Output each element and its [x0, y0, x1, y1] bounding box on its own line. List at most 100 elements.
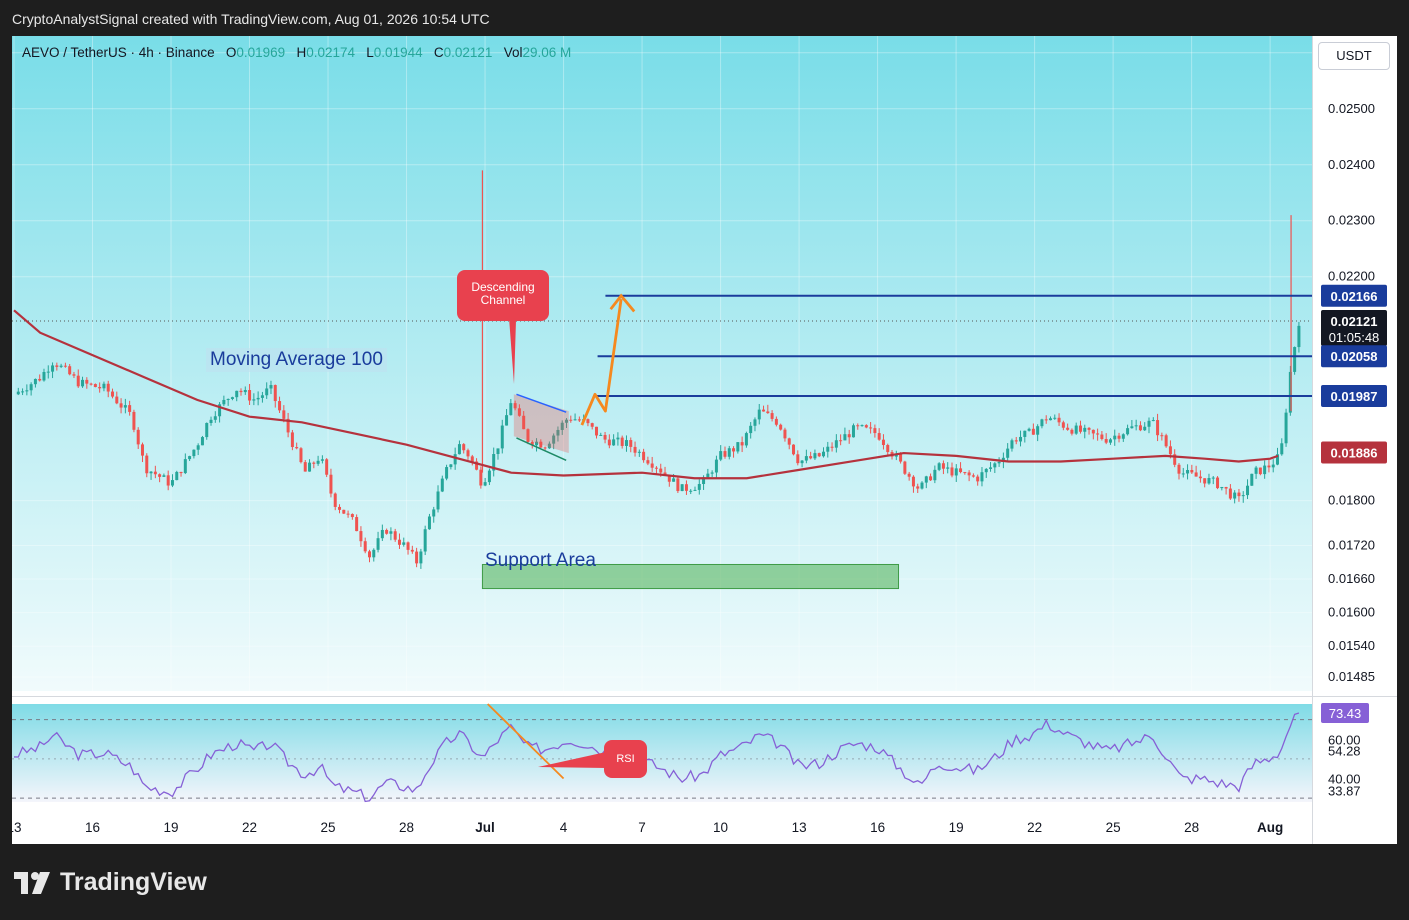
chart-frame[interactable]: 0.026000.025000.024000.023000.022000.018…	[12, 36, 1397, 844]
candle-body	[732, 448, 736, 452]
candle-body	[821, 451, 825, 457]
rsi-tick-label: 54.28	[1328, 743, 1361, 758]
candle-body	[1117, 435, 1121, 439]
candle-body	[338, 506, 342, 510]
candle-body	[76, 375, 80, 387]
candle-body	[385, 529, 389, 534]
candle-body	[830, 446, 834, 448]
candle-body	[423, 529, 427, 552]
candle-body	[971, 475, 975, 477]
candle-body	[864, 425, 868, 428]
candle-body	[470, 456, 474, 462]
candle-body	[1091, 429, 1095, 434]
candle-body	[672, 478, 676, 482]
candle-body	[1297, 325, 1301, 348]
candle-body	[136, 429, 140, 445]
candle-body	[188, 456, 192, 460]
candle-body	[1246, 485, 1250, 496]
volume-label: Vol	[503, 45, 523, 60]
candle-body	[111, 391, 115, 397]
time-tick-label: 22	[1027, 820, 1042, 835]
candle-body	[967, 472, 971, 476]
candle-body	[93, 384, 97, 388]
candle-body	[25, 390, 29, 392]
candle-body	[834, 440, 838, 448]
candle-body	[697, 484, 701, 490]
candle-body	[402, 542, 406, 545]
candle-body	[757, 409, 761, 420]
candle-body	[380, 529, 384, 539]
candle-body	[1241, 495, 1245, 497]
candle-body	[676, 478, 680, 492]
candle-body	[573, 419, 577, 421]
candle-body	[1040, 419, 1044, 427]
chart-canvas[interactable]: 0.026000.025000.024000.023000.022000.018…	[12, 36, 1397, 844]
candle-body	[1143, 426, 1147, 431]
candle-body	[1267, 465, 1271, 468]
candle-body	[1031, 428, 1035, 435]
candle-body	[183, 459, 187, 474]
candle-body	[192, 449, 196, 457]
candle-body	[654, 467, 658, 469]
candle-body	[1019, 436, 1023, 442]
candle-body	[1194, 472, 1198, 477]
candle-body	[800, 460, 804, 464]
tradingview-logo[interactable]: TradingView	[14, 868, 207, 897]
candle-body	[899, 454, 903, 462]
candle-body	[1130, 426, 1134, 429]
support-area-annotation: Support Area	[485, 550, 596, 571]
candle-body	[453, 454, 457, 465]
time-tick-label: 19	[164, 820, 179, 835]
candle-body	[1181, 473, 1185, 475]
candle-body	[1160, 435, 1164, 437]
candle-body	[1070, 429, 1074, 434]
time-tick-label: 10	[713, 820, 728, 835]
candle-body	[1263, 465, 1267, 475]
price-label-text: 0.01987	[1331, 389, 1378, 404]
candle-body	[744, 433, 748, 446]
candle-body	[145, 455, 149, 474]
price-tick-label: 0.02300	[1328, 213, 1375, 228]
candle-body	[1293, 347, 1297, 372]
price-label-text: 0.01886	[1331, 446, 1378, 461]
price-tick-label: 0.02200	[1328, 269, 1375, 284]
time-tick-label: Aug	[1257, 820, 1283, 835]
candle-body	[916, 486, 920, 489]
candle-body	[1087, 427, 1091, 430]
tradingview-logo-icon	[14, 871, 50, 894]
candle-body	[346, 513, 350, 515]
candle-body	[436, 491, 440, 510]
candle-body	[963, 472, 967, 474]
candle-body	[102, 383, 106, 389]
candle-body	[21, 391, 25, 393]
time-axis: 13 16 19 22 25 28 Jul 4 7 10 13 16 19 22 25 28 Aug	[12, 820, 1283, 835]
time-tick-label: 13	[12, 820, 22, 835]
price-tick-label: 0.01600	[1328, 605, 1375, 620]
candle-body	[607, 439, 611, 446]
candle-body	[179, 471, 183, 474]
currency-button[interactable]: USDT	[1318, 42, 1390, 70]
candle-body	[1186, 469, 1190, 474]
candle-body	[1168, 446, 1172, 455]
candle-body	[376, 538, 380, 550]
countdown-label-text: 01:05:48	[1329, 330, 1380, 345]
price-tick-label: 0.01540	[1328, 638, 1375, 653]
candle-body	[1284, 412, 1288, 444]
candle-body	[873, 428, 877, 434]
candle-body	[46, 371, 50, 373]
candle-body	[325, 459, 329, 475]
candle-body	[783, 429, 787, 439]
candle-body	[153, 471, 157, 475]
candle-body	[487, 470, 491, 483]
candle-body	[856, 425, 860, 427]
candle-body	[115, 396, 119, 404]
candle-body	[410, 549, 414, 552]
candle-body	[1057, 417, 1061, 423]
candle-body	[984, 468, 988, 473]
candle-body	[997, 461, 1001, 464]
rsi-callout: RSI	[604, 740, 647, 778]
candle-body	[432, 509, 436, 517]
close-label: C	[433, 45, 444, 60]
candle-body	[260, 395, 264, 398]
candle-body	[500, 425, 504, 449]
